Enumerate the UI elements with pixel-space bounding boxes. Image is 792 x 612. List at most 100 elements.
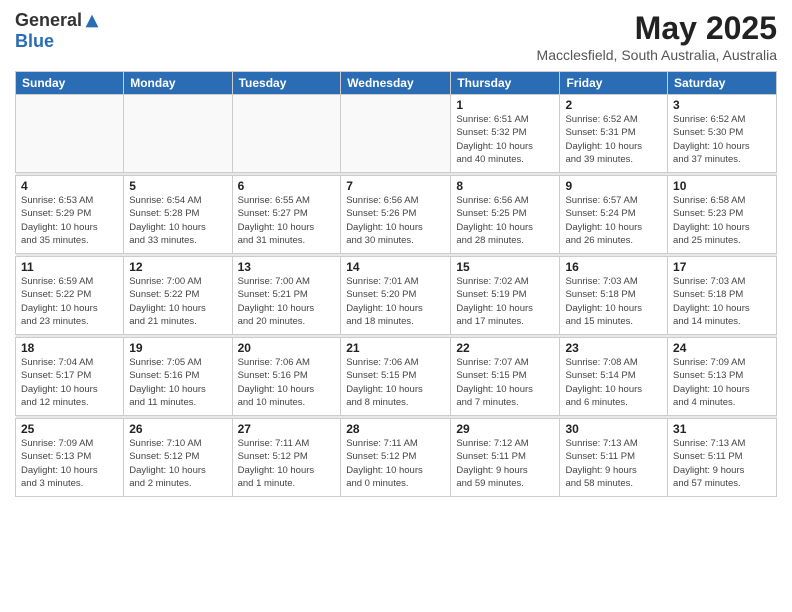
calendar-cell: 5Sunrise: 6:54 AM Sunset: 5:28 PM Daylig…	[124, 176, 232, 254]
calendar-cell	[232, 95, 341, 173]
day-number: 24	[673, 341, 771, 355]
day-info: Sunrise: 7:07 AM Sunset: 5:15 PM Dayligh…	[456, 356, 554, 409]
day-info: Sunrise: 6:53 AM Sunset: 5:29 PM Dayligh…	[21, 194, 118, 247]
day-number: 21	[346, 341, 445, 355]
day-number: 6	[238, 179, 336, 193]
day-info: Sunrise: 7:10 AM Sunset: 5:12 PM Dayligh…	[129, 437, 226, 490]
calendar-cell: 12Sunrise: 7:00 AM Sunset: 5:22 PM Dayli…	[124, 257, 232, 335]
day-number: 25	[21, 422, 118, 436]
day-number: 31	[673, 422, 771, 436]
day-number: 29	[456, 422, 554, 436]
calendar-cell: 1Sunrise: 6:51 AM Sunset: 5:32 PM Daylig…	[451, 95, 560, 173]
day-info: Sunrise: 6:56 AM Sunset: 5:26 PM Dayligh…	[346, 194, 445, 247]
main-title: May 2025	[537, 10, 777, 47]
title-area: May 2025 Macclesfield, South Australia, …	[537, 10, 777, 63]
day-number: 19	[129, 341, 226, 355]
day-number: 30	[565, 422, 662, 436]
day-number: 22	[456, 341, 554, 355]
logo: General Blue	[15, 10, 100, 52]
logo-general: General	[15, 10, 82, 31]
calendar-cell: 17Sunrise: 7:03 AM Sunset: 5:18 PM Dayli…	[668, 257, 777, 335]
col-header-monday: Monday	[124, 72, 232, 95]
day-info: Sunrise: 6:52 AM Sunset: 5:30 PM Dayligh…	[673, 113, 771, 166]
week-row-4: 18Sunrise: 7:04 AM Sunset: 5:17 PM Dayli…	[16, 338, 777, 416]
calendar-table: SundayMondayTuesdayWednesdayThursdayFrid…	[15, 71, 777, 497]
col-header-thursday: Thursday	[451, 72, 560, 95]
col-header-sunday: Sunday	[16, 72, 124, 95]
calendar-cell: 26Sunrise: 7:10 AM Sunset: 5:12 PM Dayli…	[124, 419, 232, 497]
calendar-cell: 24Sunrise: 7:09 AM Sunset: 5:13 PM Dayli…	[668, 338, 777, 416]
week-row-5: 25Sunrise: 7:09 AM Sunset: 5:13 PM Dayli…	[16, 419, 777, 497]
day-number: 23	[565, 341, 662, 355]
day-number: 9	[565, 179, 662, 193]
week-row-1: 1Sunrise: 6:51 AM Sunset: 5:32 PM Daylig…	[16, 95, 777, 173]
day-number: 3	[673, 98, 771, 112]
day-info: Sunrise: 7:08 AM Sunset: 5:14 PM Dayligh…	[565, 356, 662, 409]
logo-icon	[84, 13, 100, 29]
day-info: Sunrise: 7:00 AM Sunset: 5:21 PM Dayligh…	[238, 275, 336, 328]
calendar-cell: 22Sunrise: 7:07 AM Sunset: 5:15 PM Dayli…	[451, 338, 560, 416]
calendar-cell: 8Sunrise: 6:56 AM Sunset: 5:25 PM Daylig…	[451, 176, 560, 254]
day-info: Sunrise: 7:02 AM Sunset: 5:19 PM Dayligh…	[456, 275, 554, 328]
day-number: 7	[346, 179, 445, 193]
calendar-cell: 27Sunrise: 7:11 AM Sunset: 5:12 PM Dayli…	[232, 419, 341, 497]
calendar-cell: 16Sunrise: 7:03 AM Sunset: 5:18 PM Dayli…	[560, 257, 668, 335]
page: General Blue May 2025 Macclesfield, Sout…	[0, 0, 792, 612]
day-number: 2	[565, 98, 662, 112]
day-info: Sunrise: 7:13 AM Sunset: 5:11 PM Dayligh…	[673, 437, 771, 490]
day-info: Sunrise: 6:59 AM Sunset: 5:22 PM Dayligh…	[21, 275, 118, 328]
calendar-cell: 30Sunrise: 7:13 AM Sunset: 5:11 PM Dayli…	[560, 419, 668, 497]
day-info: Sunrise: 7:03 AM Sunset: 5:18 PM Dayligh…	[673, 275, 771, 328]
col-header-tuesday: Tuesday	[232, 72, 341, 95]
week-row-2: 4Sunrise: 6:53 AM Sunset: 5:29 PM Daylig…	[16, 176, 777, 254]
subtitle: Macclesfield, South Australia, Australia	[537, 47, 777, 63]
day-number: 28	[346, 422, 445, 436]
day-info: Sunrise: 7:03 AM Sunset: 5:18 PM Dayligh…	[565, 275, 662, 328]
week-row-3: 11Sunrise: 6:59 AM Sunset: 5:22 PM Dayli…	[16, 257, 777, 335]
day-number: 4	[21, 179, 118, 193]
calendar-cell: 11Sunrise: 6:59 AM Sunset: 5:22 PM Dayli…	[16, 257, 124, 335]
day-info: Sunrise: 7:11 AM Sunset: 5:12 PM Dayligh…	[238, 437, 336, 490]
day-info: Sunrise: 6:56 AM Sunset: 5:25 PM Dayligh…	[456, 194, 554, 247]
calendar-cell: 29Sunrise: 7:12 AM Sunset: 5:11 PM Dayli…	[451, 419, 560, 497]
calendar-cell: 4Sunrise: 6:53 AM Sunset: 5:29 PM Daylig…	[16, 176, 124, 254]
calendar-cell: 2Sunrise: 6:52 AM Sunset: 5:31 PM Daylig…	[560, 95, 668, 173]
day-number: 11	[21, 260, 118, 274]
calendar-cell: 28Sunrise: 7:11 AM Sunset: 5:12 PM Dayli…	[341, 419, 451, 497]
calendar-cell	[124, 95, 232, 173]
calendar-cell: 21Sunrise: 7:06 AM Sunset: 5:15 PM Dayli…	[341, 338, 451, 416]
day-info: Sunrise: 7:04 AM Sunset: 5:17 PM Dayligh…	[21, 356, 118, 409]
day-number: 18	[21, 341, 118, 355]
day-info: Sunrise: 7:01 AM Sunset: 5:20 PM Dayligh…	[346, 275, 445, 328]
calendar-cell: 7Sunrise: 6:56 AM Sunset: 5:26 PM Daylig…	[341, 176, 451, 254]
calendar-cell: 31Sunrise: 7:13 AM Sunset: 5:11 PM Dayli…	[668, 419, 777, 497]
calendar-cell: 13Sunrise: 7:00 AM Sunset: 5:21 PM Dayli…	[232, 257, 341, 335]
calendar-cell: 19Sunrise: 7:05 AM Sunset: 5:16 PM Dayli…	[124, 338, 232, 416]
calendar-cell	[16, 95, 124, 173]
calendar-cell: 25Sunrise: 7:09 AM Sunset: 5:13 PM Dayli…	[16, 419, 124, 497]
day-number: 20	[238, 341, 336, 355]
calendar-cell	[341, 95, 451, 173]
col-header-wednesday: Wednesday	[341, 72, 451, 95]
header-row: SundayMondayTuesdayWednesdayThursdayFrid…	[16, 72, 777, 95]
calendar-cell: 14Sunrise: 7:01 AM Sunset: 5:20 PM Dayli…	[341, 257, 451, 335]
calendar-cell: 20Sunrise: 7:06 AM Sunset: 5:16 PM Dayli…	[232, 338, 341, 416]
day-info: Sunrise: 7:12 AM Sunset: 5:11 PM Dayligh…	[456, 437, 554, 490]
day-number: 1	[456, 98, 554, 112]
col-header-saturday: Saturday	[668, 72, 777, 95]
day-info: Sunrise: 6:57 AM Sunset: 5:24 PM Dayligh…	[565, 194, 662, 247]
calendar-cell: 10Sunrise: 6:58 AM Sunset: 5:23 PM Dayli…	[668, 176, 777, 254]
day-info: Sunrise: 7:06 AM Sunset: 5:15 PM Dayligh…	[346, 356, 445, 409]
day-info: Sunrise: 6:52 AM Sunset: 5:31 PM Dayligh…	[565, 113, 662, 166]
day-info: Sunrise: 7:05 AM Sunset: 5:16 PM Dayligh…	[129, 356, 226, 409]
day-number: 16	[565, 260, 662, 274]
day-info: Sunrise: 6:58 AM Sunset: 5:23 PM Dayligh…	[673, 194, 771, 247]
calendar-cell: 3Sunrise: 6:52 AM Sunset: 5:30 PM Daylig…	[668, 95, 777, 173]
day-number: 5	[129, 179, 226, 193]
day-number: 13	[238, 260, 336, 274]
day-info: Sunrise: 7:11 AM Sunset: 5:12 PM Dayligh…	[346, 437, 445, 490]
day-number: 17	[673, 260, 771, 274]
day-number: 10	[673, 179, 771, 193]
day-info: Sunrise: 7:06 AM Sunset: 5:16 PM Dayligh…	[238, 356, 336, 409]
day-info: Sunrise: 6:55 AM Sunset: 5:27 PM Dayligh…	[238, 194, 336, 247]
